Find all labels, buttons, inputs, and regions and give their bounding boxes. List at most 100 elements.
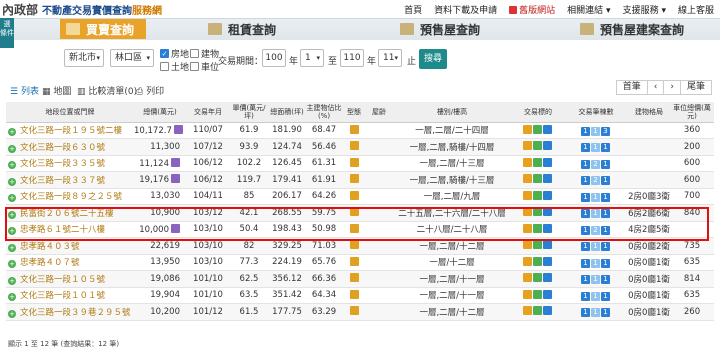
from-year-input[interactable]: 100 [262,49,286,67]
column-header[interactable]: 單價(萬元/坪) [230,102,268,123]
land-count: 1 [581,225,590,235]
expand-icon[interactable]: + [8,309,16,318]
city-select[interactable]: 新北市 ▾ [64,49,104,67]
expand-icon[interactable]: + [8,177,16,186]
tab-rent[interactable]: 租賃查詢 [208,20,276,38]
column-header[interactable]: 主建物佔比(%) [306,102,342,123]
address-cell[interactable]: + 文化三路一段１０１號 [6,287,134,304]
layout-cell [628,138,670,156]
expand-icon[interactable]: + [8,276,16,285]
table-row[interactable]: + 文化三路一段３３５號 11,124 106/12 102.2 126.45 61.31 一… [6,155,714,172]
pager-next[interactable]: › [663,80,681,95]
type-cell [342,204,366,222]
address-cell[interactable]: + 文化三路一段１９５號二樓 [6,122,134,139]
nav-links[interactable]: 相關連結 ▾ [561,3,616,16]
nav-home[interactable]: 首頁 [398,3,428,16]
check-house-land[interactable]: ✓ 房地 [160,47,189,60]
tab-buy[interactable]: 買賣查詢 [60,19,147,39]
type-cell [342,287,366,304]
table-row[interactable]: + 文化三路一段８９之２５號 13,030 104/11 85 206.17 64.26 一層… [6,188,714,205]
to-month-select[interactable]: 11 ▾ [378,49,402,67]
nav-support[interactable]: 支援服務 ▾ [617,3,672,16]
view-list-tab[interactable]: ☰ 列表 [10,84,39,97]
address-cell[interactable]: + 文化三路一段６３０號 [6,138,134,156]
table-row[interactable]: + 文化三路一段６３０號 11,300 107/12 93.9 124.74 56.46 一層… [6,138,714,156]
address-cell[interactable]: + 文化三路一段８９之２５號 [6,188,134,205]
building-type-icon [349,306,359,316]
address-cell[interactable]: + 忠孝路６１號二十八樓 [6,221,134,238]
table-row[interactable]: + 文化三路一段１９５號二樓 10,172.7 110/07 61.9 181.90 68.… [6,122,714,139]
date-cell: 101/10 [186,270,230,288]
date-cell: 110/07 [186,122,230,139]
check-land[interactable]: 土地 [160,60,189,73]
column-header[interactable]: 交易年月 [186,102,230,123]
presale-icon [400,23,414,35]
photo-icon[interactable] [171,223,180,233]
type-cell [342,122,366,139]
view-map-tab[interactable]: ▦ 地圖 [42,84,71,97]
expand-icon[interactable]: + [8,210,16,219]
check-building[interactable]: 建物 [190,47,219,60]
floor-cell: 一層,二層/十二層 [392,237,512,255]
photo-icon[interactable] [171,174,180,184]
date-cell: 103/10 [186,254,230,271]
photo-icon[interactable] [173,124,183,134]
age-cell [366,188,392,205]
tab-presale[interactable]: 預售屋查詢 [400,20,480,38]
table-row[interactable]: + 文化三路一段１０５號 19,086 101/10 62.5 356.12 66.36 一層… [6,270,714,288]
floor-cell: 一層,二層/十一層 [392,287,512,304]
column-header[interactable]: 屋齡 [366,102,392,123]
site-logo[interactable]: 內政部 不動產交易實價查詢服務網 [0,0,162,18]
address-cell[interactable]: + 文化三路一段１０５號 [6,270,134,288]
condition-toggle-button[interactable]: 選條件 [0,18,14,48]
address-cell[interactable]: + 文化三路一段３３５號 [6,155,134,172]
expand-icon[interactable]: + [8,293,16,302]
photo-icon[interactable] [171,157,180,167]
address-cell[interactable]: + 文化三路一段３３７號 [6,171,134,189]
view-toolbar: ☰ 列表 ▦ 地圖 ▥ 比較清單(0) ⎙ 列印 [0,80,720,100]
table-row[interactable]: + 文化三路一段３３７號 19,176 106/12 119.7 179.41 61.91 一… [6,171,714,189]
search-button[interactable]: 搜尋 [419,49,447,69]
expand-icon[interactable]: + [8,227,16,236]
column-header[interactable]: 建物格局 [628,102,670,123]
nav-old-site[interactable]: 舊版網站 [503,3,561,16]
address-cell[interactable]: + 忠孝路４０７號 [6,254,134,271]
address-cell[interactable]: + 忠孝路４０３號 [6,237,134,255]
column-header[interactable]: 總面積(坪) [268,102,306,123]
from-month-select[interactable]: 1 ▾ [300,49,324,67]
table-row[interactable]: + 忠孝路４０７號 13,950 103/10 77.3 224.19 65.76 一層/十二… [6,254,714,271]
table-row[interactable]: + 忠孝路４０３號 22,619 103/10 82 329.25 71.03 一層,二層/十… [6,237,714,255]
pager-last[interactable]: 尾筆 [679,80,712,95]
nav-download[interactable]: 資料下載及申請 [428,3,503,16]
column-header[interactable]: 樓別/樓高 [392,102,512,123]
to-year-input[interactable]: 110 [340,49,364,67]
column-header[interactable]: 型態 [342,102,366,123]
tab-presale-project[interactable]: 預售屋建案查詢 [580,20,684,38]
check-parking[interactable]: 車位 [190,60,219,73]
column-header[interactable]: 總價(萬元) [134,102,186,123]
print-button[interactable]: ⎙ 列印 [136,84,164,97]
expand-icon[interactable]: + [8,144,16,153]
table-row[interactable]: + 忠孝路６１號二十八樓 10,000 103/10 50.4 198.43 50.98 二十… [6,221,714,238]
address-cell[interactable]: + 文化三路一段３９巷２９５號 [6,303,134,321]
layout-cell: 0房0廳2衛 [628,237,670,255]
expand-icon[interactable]: + [8,243,16,252]
building-type-icon [349,273,359,283]
table-row[interactable]: + 文化三路一段１０１號 19,904 101/10 63.5 351.42 64.34 一層… [6,287,714,304]
pager-first[interactable]: 首筆 [615,80,648,95]
table-row[interactable]: + 文化三路一段３９巷２９５號 10,200 101/12 61.5 177.75 63.2… [6,303,714,321]
column-header[interactable]: 車位總價(萬元) [670,102,714,123]
address-cell[interactable]: + 民富街２０６號二十五樓 [6,204,134,222]
district-select[interactable]: 林口區 ▾ [110,49,154,67]
column-header[interactable]: 交易筆棟數 [564,102,628,123]
expand-icon[interactable]: + [8,128,16,137]
column-header[interactable]: 交易標的 [512,102,564,123]
expand-icon[interactable]: + [8,161,16,170]
compare-list-tab[interactable]: ▥ 比較清單(0) [77,84,137,97]
expand-icon[interactable]: + [8,194,16,203]
column-header[interactable]: 地段位置或門牌 [6,102,134,123]
table-row[interactable]: + 民富街２０６號二十五樓 10,900 103/12 42.1 268.55 59.75 二… [6,204,714,222]
expand-icon[interactable]: + [8,260,16,269]
pager-prev[interactable]: ‹ [646,80,665,95]
nav-online-service[interactable]: 線上客服 [672,3,720,16]
